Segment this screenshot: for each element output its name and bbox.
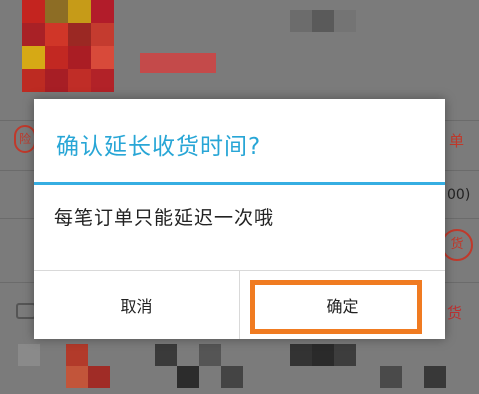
- blurred-image-block: [45, 0, 68, 23]
- blurred-image-block: [91, 46, 114, 69]
- blurred-text-block: [334, 344, 356, 366]
- bg-pill-button: 货: [441, 229, 473, 261]
- blurred-title-block: [140, 53, 216, 73]
- blurred-image-block: [88, 366, 110, 388]
- dialog-message: 每笔订单只能延迟一次哦: [54, 207, 275, 229]
- dialog-title: 确认延长收货时间?: [56, 134, 262, 160]
- blurred-image-block: [66, 366, 88, 388]
- shop-icon: [16, 303, 36, 319]
- blurred-image-block: [68, 23, 91, 46]
- blurred-image-block: [22, 0, 45, 23]
- bg-label: 货: [447, 304, 463, 322]
- blurred-image-block: [91, 69, 114, 92]
- blurred-text-block: [312, 10, 334, 32]
- blurred-image-block: [68, 0, 91, 23]
- blurred-text-block: [177, 366, 199, 388]
- blurred-image-block: [45, 69, 68, 92]
- blurred-image-block: [91, 0, 114, 23]
- blurred-image-block: [45, 46, 68, 69]
- cancel-button[interactable]: 取消: [34, 271, 239, 339]
- dialog-button-row: 取消 确定: [34, 270, 445, 339]
- blurred-image-block: [22, 69, 45, 92]
- blurred-text-block: [155, 344, 177, 366]
- confirm-dialog: 确认延长收货时间? 每笔订单只能延迟一次哦 取消 确定: [34, 99, 445, 339]
- blurred-text-block: [380, 366, 402, 388]
- bg-label: 00): [447, 187, 471, 203]
- blurred-image-block: [66, 344, 88, 366]
- blurred-image-block: [18, 344, 40, 366]
- blurred-text-block: [424, 366, 446, 388]
- blurred-text-block: [290, 10, 312, 32]
- blurred-image-block: [68, 46, 91, 69]
- blurred-image-block: [68, 69, 91, 92]
- confirm-button[interactable]: 确定: [239, 271, 445, 339]
- blurred-text-block: [199, 344, 221, 366]
- blurred-image-block: [45, 23, 68, 46]
- title-divider: [34, 182, 445, 185]
- blurred-text-block: [290, 344, 312, 366]
- blurred-text-block: [221, 366, 243, 388]
- blurred-text-block: [312, 344, 334, 366]
- blurred-image-block: [22, 23, 45, 46]
- blurred-text-block: [334, 10, 356, 32]
- insurance-badge: 险: [14, 125, 36, 153]
- blurred-image-block: [22, 46, 45, 69]
- bg-label: 单: [449, 132, 465, 150]
- blurred-image-block: [91, 23, 114, 46]
